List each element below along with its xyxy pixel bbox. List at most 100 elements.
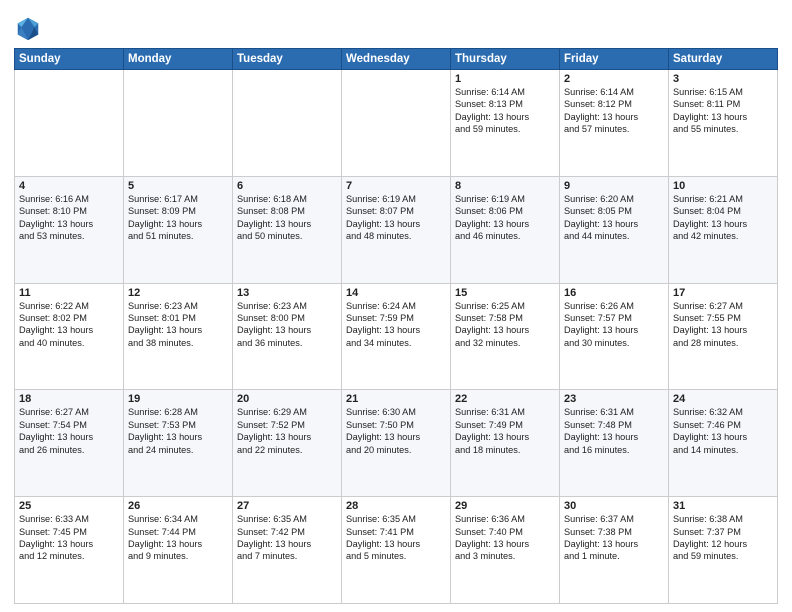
page: SundayMondayTuesdayWednesdayThursdayFrid…	[0, 0, 792, 612]
daylight-hours: Sunrise: 6:33 AM Sunset: 7:45 PM Dayligh…	[19, 513, 119, 563]
day-number: 22	[455, 393, 555, 405]
calendar-cell: 10Sunrise: 6:21 AM Sunset: 8:04 PM Dayli…	[669, 176, 778, 283]
calendar-cell: 7Sunrise: 6:19 AM Sunset: 8:07 PM Daylig…	[342, 176, 451, 283]
calendar-cell: 17Sunrise: 6:27 AM Sunset: 7:55 PM Dayli…	[669, 283, 778, 390]
day-number: 14	[346, 287, 446, 299]
day-number: 2	[564, 73, 664, 85]
calendar-cell: 5Sunrise: 6:17 AM Sunset: 8:09 PM Daylig…	[124, 176, 233, 283]
day-number: 1	[455, 73, 555, 85]
day-number: 13	[237, 287, 337, 299]
daylight-hours: Sunrise: 6:24 AM Sunset: 7:59 PM Dayligh…	[346, 300, 446, 350]
day-number: 26	[128, 500, 228, 512]
daylight-hours: Sunrise: 6:31 AM Sunset: 7:49 PM Dayligh…	[455, 406, 555, 456]
calendar-cell	[124, 70, 233, 177]
calendar-cell: 18Sunrise: 6:27 AM Sunset: 7:54 PM Dayli…	[15, 390, 124, 497]
calendar-cell: 27Sunrise: 6:35 AM Sunset: 7:42 PM Dayli…	[233, 497, 342, 604]
calendar-cell: 4Sunrise: 6:16 AM Sunset: 8:10 PM Daylig…	[15, 176, 124, 283]
day-number: 15	[455, 287, 555, 299]
day-number: 20	[237, 393, 337, 405]
daylight-hours: Sunrise: 6:30 AM Sunset: 7:50 PM Dayligh…	[346, 406, 446, 456]
calendar-cell: 13Sunrise: 6:23 AM Sunset: 8:00 PM Dayli…	[233, 283, 342, 390]
calendar-header-row: SundayMondayTuesdayWednesdayThursdayFrid…	[15, 49, 778, 70]
daylight-hours: Sunrise: 6:35 AM Sunset: 7:42 PM Dayligh…	[237, 513, 337, 563]
calendar-cell: 23Sunrise: 6:31 AM Sunset: 7:48 PM Dayli…	[560, 390, 669, 497]
daylight-hours: Sunrise: 6:26 AM Sunset: 7:57 PM Dayligh…	[564, 300, 664, 350]
day-number: 19	[128, 393, 228, 405]
calendar-cell: 16Sunrise: 6:26 AM Sunset: 7:57 PM Dayli…	[560, 283, 669, 390]
logo	[14, 14, 46, 42]
col-header-friday: Friday	[560, 49, 669, 70]
calendar-table: SundayMondayTuesdayWednesdayThursdayFrid…	[14, 48, 778, 604]
calendar-cell: 31Sunrise: 6:38 AM Sunset: 7:37 PM Dayli…	[669, 497, 778, 604]
daylight-hours: Sunrise: 6:23 AM Sunset: 8:00 PM Dayligh…	[237, 300, 337, 350]
daylight-hours: Sunrise: 6:38 AM Sunset: 7:37 PM Dayligh…	[673, 513, 773, 563]
calendar-cell	[233, 70, 342, 177]
daylight-hours: Sunrise: 6:22 AM Sunset: 8:02 PM Dayligh…	[19, 300, 119, 350]
col-header-thursday: Thursday	[451, 49, 560, 70]
day-number: 27	[237, 500, 337, 512]
daylight-hours: Sunrise: 6:32 AM Sunset: 7:46 PM Dayligh…	[673, 406, 773, 456]
daylight-hours: Sunrise: 6:27 AM Sunset: 7:54 PM Dayligh…	[19, 406, 119, 456]
calendar-cell: 12Sunrise: 6:23 AM Sunset: 8:01 PM Dayli…	[124, 283, 233, 390]
daylight-hours: Sunrise: 6:19 AM Sunset: 8:06 PM Dayligh…	[455, 193, 555, 243]
col-header-tuesday: Tuesday	[233, 49, 342, 70]
calendar-week-2: 4Sunrise: 6:16 AM Sunset: 8:10 PM Daylig…	[15, 176, 778, 283]
daylight-hours: Sunrise: 6:14 AM Sunset: 8:12 PM Dayligh…	[564, 86, 664, 136]
calendar-cell: 11Sunrise: 6:22 AM Sunset: 8:02 PM Dayli…	[15, 283, 124, 390]
daylight-hours: Sunrise: 6:37 AM Sunset: 7:38 PM Dayligh…	[564, 513, 664, 563]
day-number: 10	[673, 180, 773, 192]
daylight-hours: Sunrise: 6:34 AM Sunset: 7:44 PM Dayligh…	[128, 513, 228, 563]
day-number: 28	[346, 500, 446, 512]
daylight-hours: Sunrise: 6:29 AM Sunset: 7:52 PM Dayligh…	[237, 406, 337, 456]
daylight-hours: Sunrise: 6:16 AM Sunset: 8:10 PM Dayligh…	[19, 193, 119, 243]
day-number: 29	[455, 500, 555, 512]
header	[14, 10, 778, 42]
calendar-cell: 15Sunrise: 6:25 AM Sunset: 7:58 PM Dayli…	[451, 283, 560, 390]
calendar-cell: 25Sunrise: 6:33 AM Sunset: 7:45 PM Dayli…	[15, 497, 124, 604]
calendar-cell: 3Sunrise: 6:15 AM Sunset: 8:11 PM Daylig…	[669, 70, 778, 177]
calendar-cell: 9Sunrise: 6:20 AM Sunset: 8:05 PM Daylig…	[560, 176, 669, 283]
day-number: 7	[346, 180, 446, 192]
day-number: 31	[673, 500, 773, 512]
day-number: 18	[19, 393, 119, 405]
calendar-cell: 20Sunrise: 6:29 AM Sunset: 7:52 PM Dayli…	[233, 390, 342, 497]
calendar-cell: 30Sunrise: 6:37 AM Sunset: 7:38 PM Dayli…	[560, 497, 669, 604]
day-number: 8	[455, 180, 555, 192]
calendar-cell: 28Sunrise: 6:35 AM Sunset: 7:41 PM Dayli…	[342, 497, 451, 604]
daylight-hours: Sunrise: 6:19 AM Sunset: 8:07 PM Dayligh…	[346, 193, 446, 243]
col-header-saturday: Saturday	[669, 49, 778, 70]
daylight-hours: Sunrise: 6:18 AM Sunset: 8:08 PM Dayligh…	[237, 193, 337, 243]
calendar-cell	[342, 70, 451, 177]
calendar-cell: 24Sunrise: 6:32 AM Sunset: 7:46 PM Dayli…	[669, 390, 778, 497]
calendar-cell: 14Sunrise: 6:24 AM Sunset: 7:59 PM Dayli…	[342, 283, 451, 390]
day-number: 30	[564, 500, 664, 512]
daylight-hours: Sunrise: 6:36 AM Sunset: 7:40 PM Dayligh…	[455, 513, 555, 563]
day-number: 17	[673, 287, 773, 299]
calendar-week-1: 1Sunrise: 6:14 AM Sunset: 8:13 PM Daylig…	[15, 70, 778, 177]
daylight-hours: Sunrise: 6:25 AM Sunset: 7:58 PM Dayligh…	[455, 300, 555, 350]
daylight-hours: Sunrise: 6:14 AM Sunset: 8:13 PM Dayligh…	[455, 86, 555, 136]
calendar-cell: 21Sunrise: 6:30 AM Sunset: 7:50 PM Dayli…	[342, 390, 451, 497]
calendar-cell: 19Sunrise: 6:28 AM Sunset: 7:53 PM Dayli…	[124, 390, 233, 497]
day-number: 3	[673, 73, 773, 85]
daylight-hours: Sunrise: 6:31 AM Sunset: 7:48 PM Dayligh…	[564, 406, 664, 456]
daylight-hours: Sunrise: 6:17 AM Sunset: 8:09 PM Dayligh…	[128, 193, 228, 243]
calendar-cell: 6Sunrise: 6:18 AM Sunset: 8:08 PM Daylig…	[233, 176, 342, 283]
day-number: 16	[564, 287, 664, 299]
day-number: 24	[673, 393, 773, 405]
col-header-sunday: Sunday	[15, 49, 124, 70]
daylight-hours: Sunrise: 6:21 AM Sunset: 8:04 PM Dayligh…	[673, 193, 773, 243]
day-number: 23	[564, 393, 664, 405]
day-number: 12	[128, 287, 228, 299]
calendar-cell: 8Sunrise: 6:19 AM Sunset: 8:06 PM Daylig…	[451, 176, 560, 283]
calendar-cell: 22Sunrise: 6:31 AM Sunset: 7:49 PM Dayli…	[451, 390, 560, 497]
calendar-cell: 2Sunrise: 6:14 AM Sunset: 8:12 PM Daylig…	[560, 70, 669, 177]
calendar-week-5: 25Sunrise: 6:33 AM Sunset: 7:45 PM Dayli…	[15, 497, 778, 604]
calendar-cell	[15, 70, 124, 177]
daylight-hours: Sunrise: 6:15 AM Sunset: 8:11 PM Dayligh…	[673, 86, 773, 136]
day-number: 21	[346, 393, 446, 405]
daylight-hours: Sunrise: 6:27 AM Sunset: 7:55 PM Dayligh…	[673, 300, 773, 350]
col-header-monday: Monday	[124, 49, 233, 70]
calendar-cell: 26Sunrise: 6:34 AM Sunset: 7:44 PM Dayli…	[124, 497, 233, 604]
calendar-cell: 1Sunrise: 6:14 AM Sunset: 8:13 PM Daylig…	[451, 70, 560, 177]
